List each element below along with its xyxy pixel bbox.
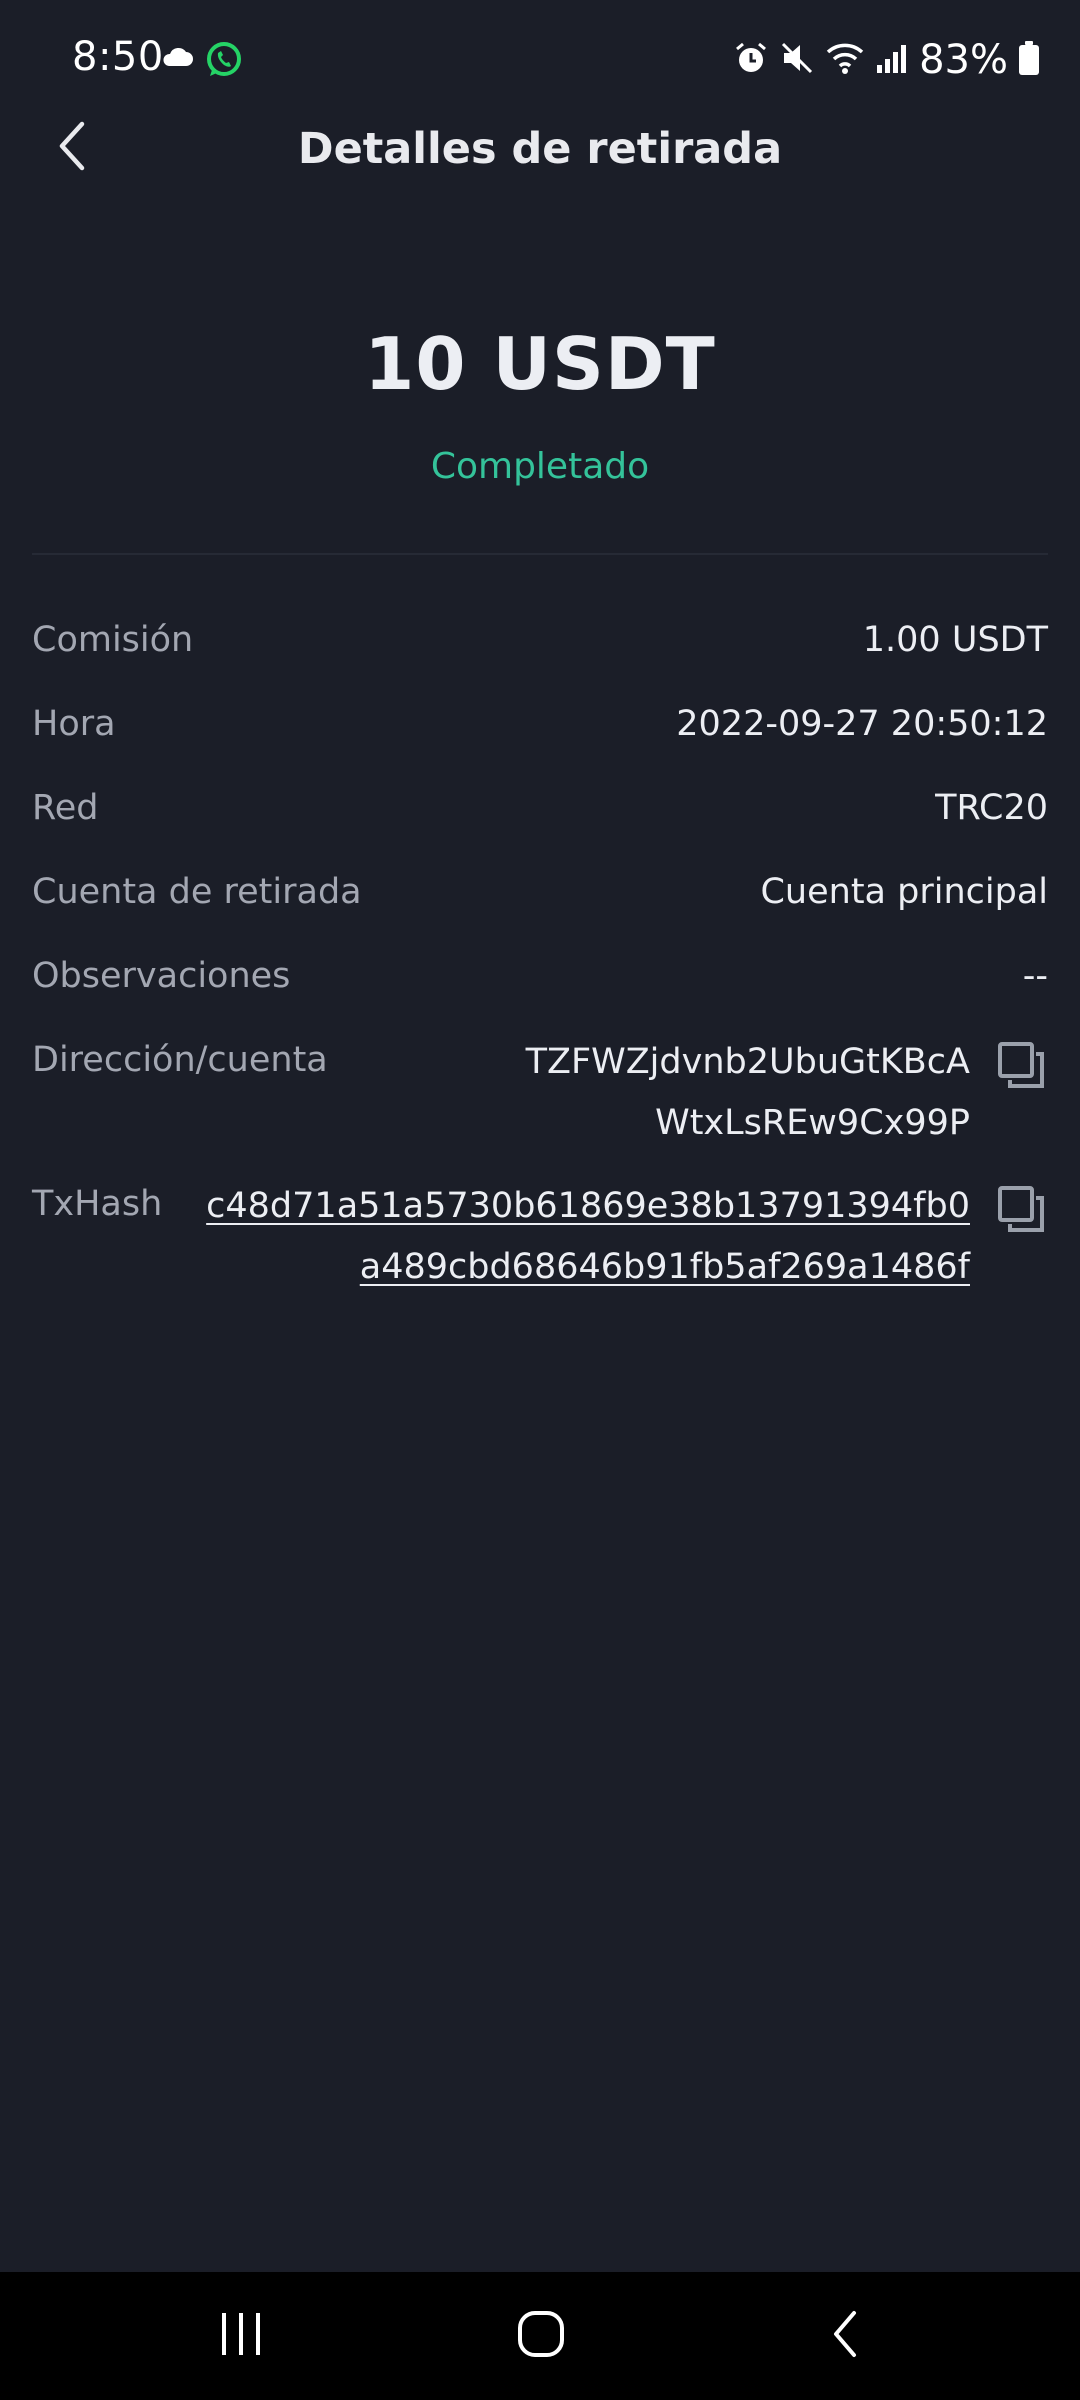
detail-row-fee: Comisión 1.00 USDT [32, 620, 1048, 670]
home-icon [516, 2309, 566, 2363]
txhash-link[interactable]: c48d71a51a5730b61869e38b13791394fb0 a489… [206, 1176, 970, 1298]
network-value: TRC20 [935, 788, 1048, 828]
txhash-line-1[interactable]: c48d71a51a5730b61869e38b13791394fb0 [206, 1176, 970, 1237]
cloud-icon [160, 44, 194, 72]
time-label: Hora [32, 704, 116, 744]
app-header: Detalles de retirada [0, 112, 1080, 184]
status-time: 8:50 [72, 34, 164, 80]
back-icon [828, 2309, 862, 2363]
recent-apps-icon [218, 2311, 264, 2361]
alarm-icon [733, 40, 769, 80]
divider [32, 553, 1048, 555]
wifi-icon [825, 40, 865, 80]
copy-txhash-button[interactable] [996, 1184, 1048, 1236]
recent-apps-button[interactable] [196, 2304, 286, 2368]
battery-icon [1018, 40, 1040, 80]
withdrawal-amount: 10 USDT [364, 322, 716, 406]
copy-icon [996, 1042, 1048, 1096]
account-value: Cuenta principal [760, 872, 1048, 912]
network-label: Red [32, 788, 99, 828]
status-icons: 83% [733, 34, 1040, 86]
txhash-label: TxHash [32, 1184, 163, 1224]
remarks-label: Observaciones [32, 956, 291, 996]
status-bar: 8:50 83% [0, 0, 1080, 120]
detail-row-account: Cuenta de retirada Cuenta principal [32, 872, 1048, 922]
address-line-2: WtxLsREw9Cx99P [655, 1103, 970, 1143]
page-title: Detalles de retirada [297, 124, 783, 174]
detail-row-time: Hora 2022-09-27 20:50:12 [32, 704, 1048, 754]
system-nav-bar [0, 2272, 1080, 2400]
detail-row-network: Red TRC20 [32, 788, 1048, 838]
account-label: Cuenta de retirada [32, 872, 362, 912]
nav-back-button[interactable] [800, 2304, 890, 2368]
copy-icon [996, 1186, 1048, 1240]
mute-icon [779, 40, 815, 80]
detail-row-remarks: Observaciones -- [32, 956, 1048, 1006]
copy-address-button[interactable] [996, 1040, 1048, 1092]
signal-icon [875, 41, 909, 79]
fee-label: Comisión [32, 620, 194, 660]
home-button[interactable] [496, 2304, 586, 2368]
time-value: 2022-09-27 20:50:12 [676, 704, 1048, 744]
detail-row-address: Dirección/cuenta TZFWZjdvnb2UbuGtKBcA Wt… [32, 1040, 1048, 1162]
address-line-1: TZFWZjdvnb2UbuGtKBcA [525, 1042, 970, 1082]
address-label: Dirección/cuenta [32, 1040, 328, 1080]
fee-value: 1.00 USDT [862, 620, 1048, 660]
status-badge: Completado [430, 446, 650, 487]
txhash-line-2[interactable]: a489cbd68646b91fb5af269a1486f [206, 1237, 970, 1298]
remarks-value: -- [1022, 956, 1048, 996]
battery-percent: 83% [919, 37, 1008, 83]
detail-row-txhash: TxHash c48d71a51a5730b61869e38b13791394f… [32, 1184, 1048, 1306]
whatsapp-icon [204, 40, 244, 84]
address-value: TZFWZjdvnb2UbuGtKBcA WtxLsREw9Cx99P [526, 1032, 970, 1154]
